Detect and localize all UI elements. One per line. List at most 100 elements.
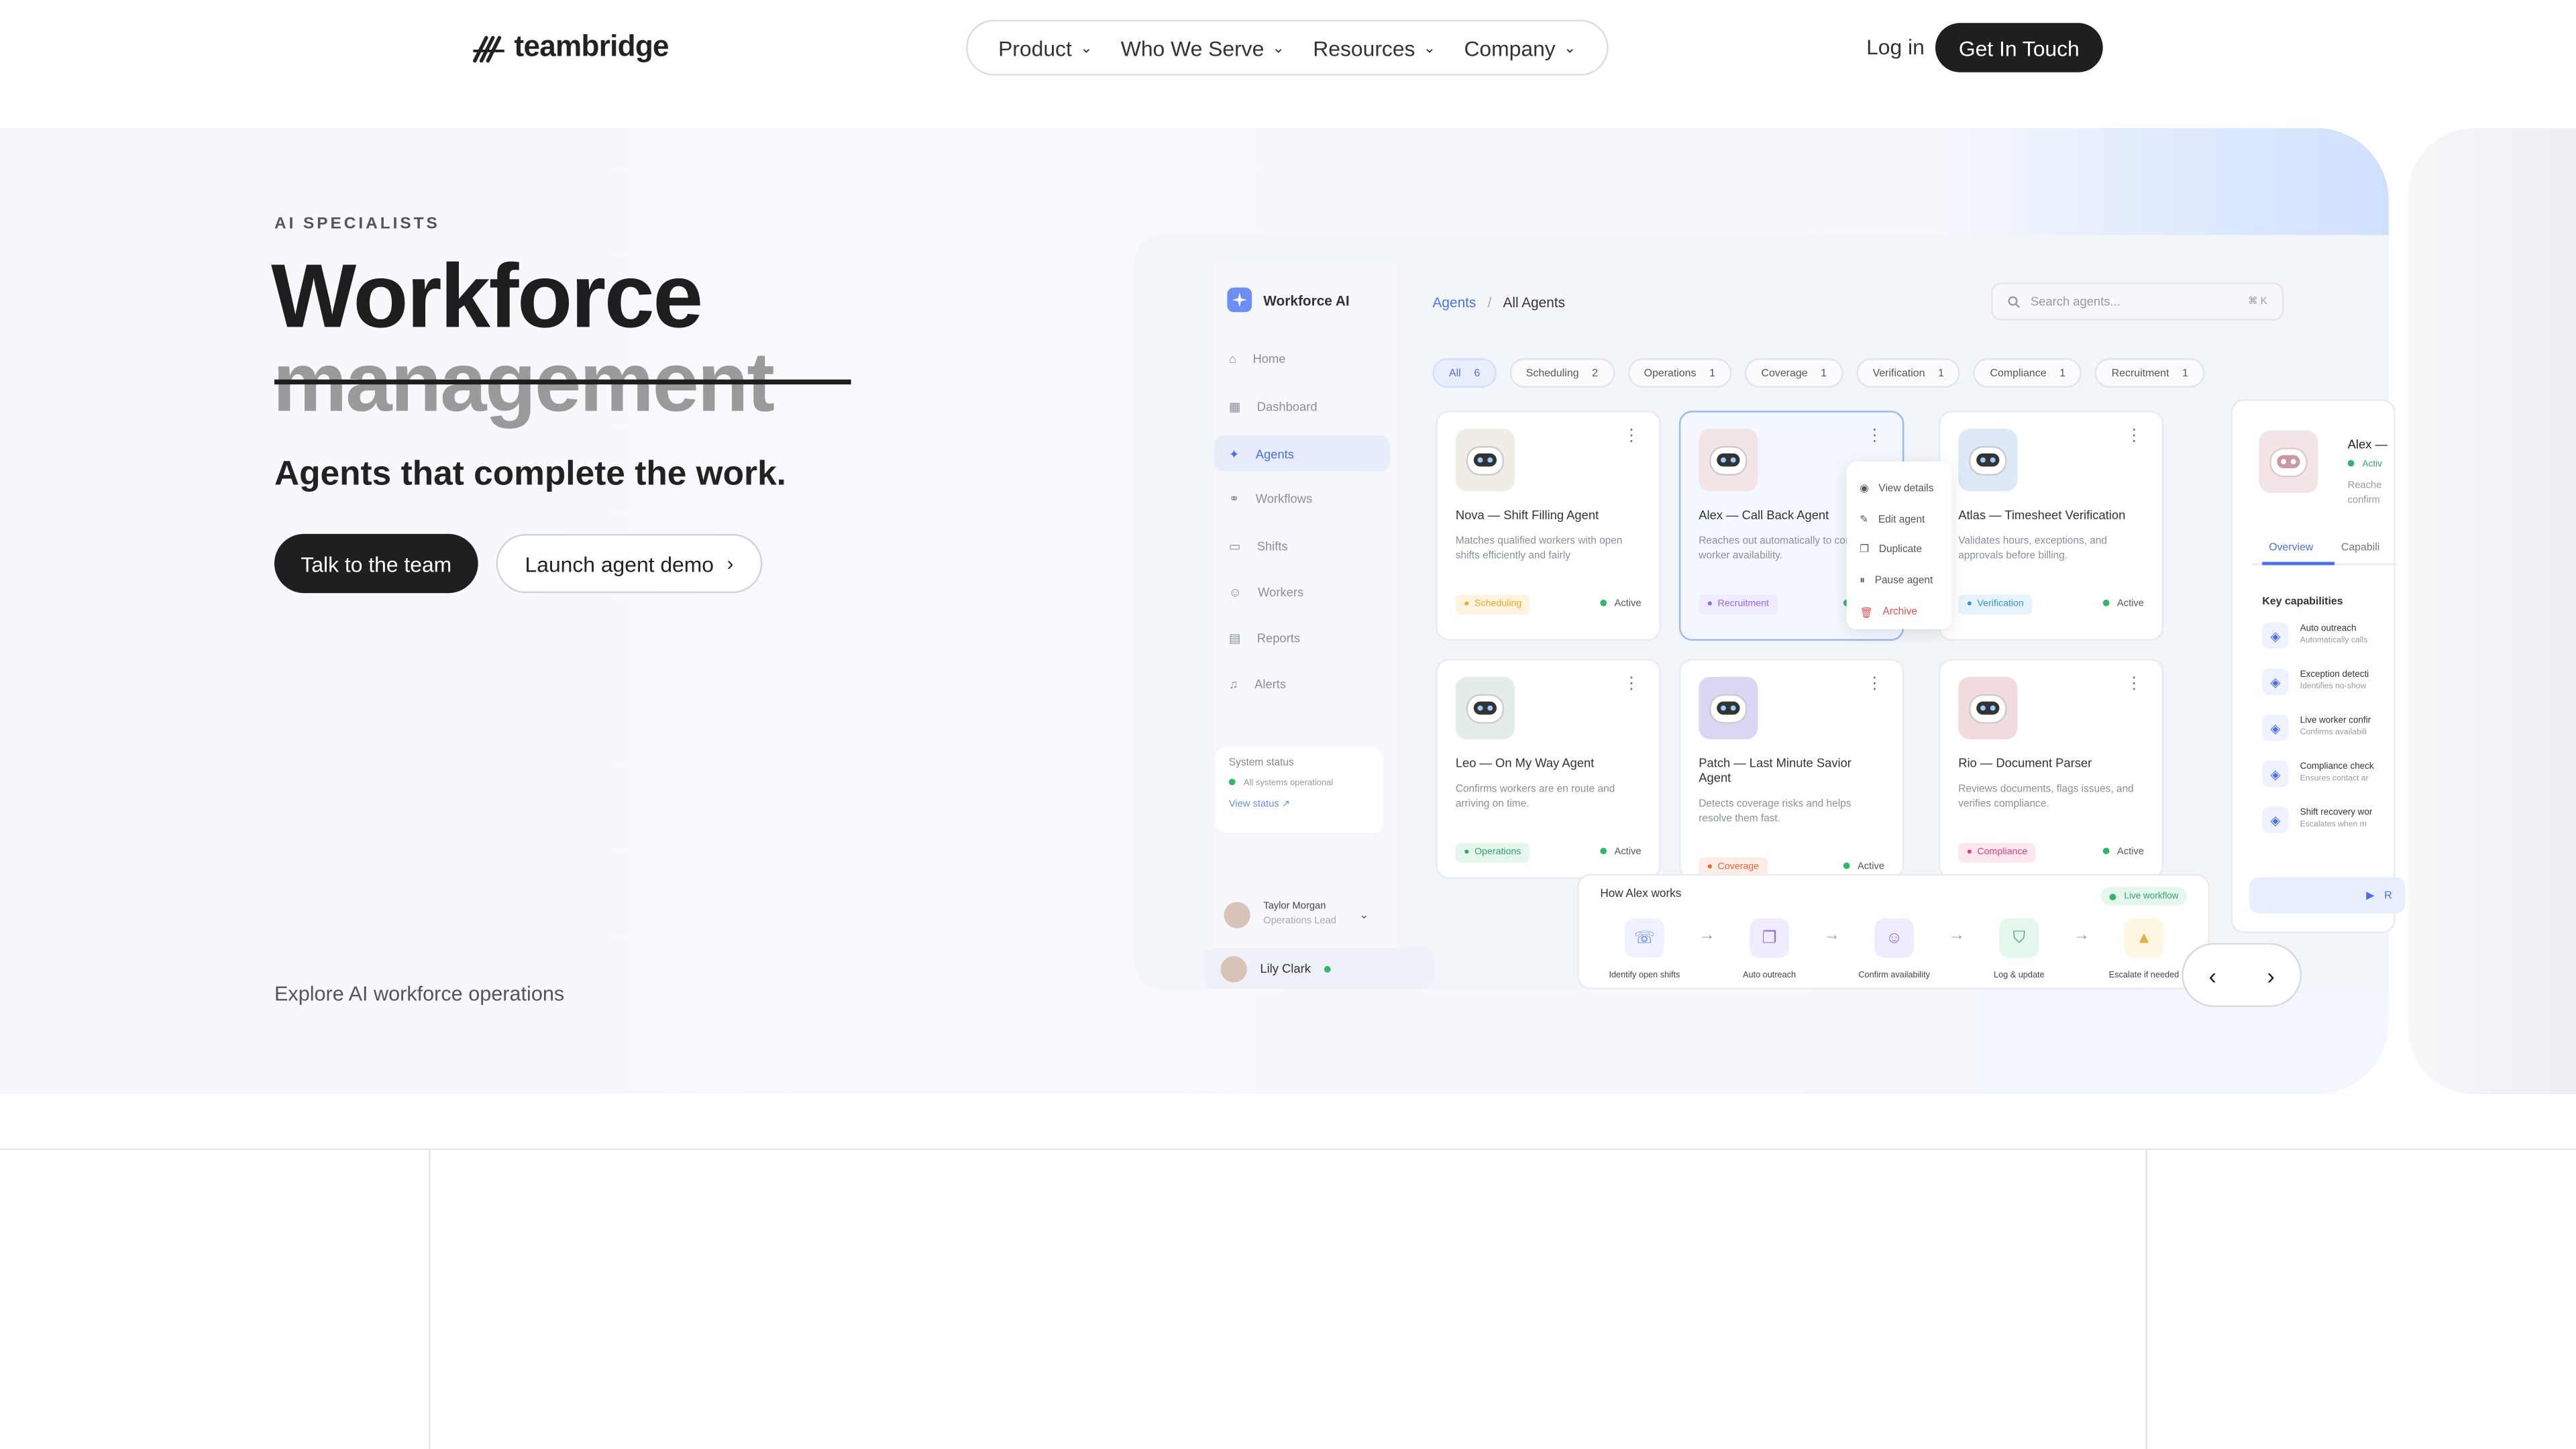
- chevron-left-icon[interactable]: ‹: [2208, 962, 2216, 988]
- breadcrumb-parent[interactable]: Agents: [1433, 294, 1477, 310]
- arrow-right-icon: →: [2073, 926, 2090, 945]
- workflow-step: ▲ Escalate if needed: [2094, 918, 2193, 981]
- capability-icon: ◈: [2262, 806, 2289, 833]
- menu-label: Archive: [1882, 606, 1917, 619]
- capability-subtitle: Confirms availabili: [2300, 728, 2367, 739]
- sidebar-label: Agents: [1255, 445, 1294, 461]
- sidebar-item-workers[interactable]: ☺ Workers: [1229, 585, 1303, 600]
- step-label: Identify open shifts: [1609, 971, 1680, 981]
- agent-card[interactable]: ⋮ Atlas — Timesheet Verification Validat…: [1938, 411, 2164, 641]
- nav-resources[interactable]: Resources ⌄: [1313, 36, 1436, 60]
- menu-item-pause[interactable]: ⏸ Pause agent: [1860, 566, 1939, 596]
- step-icon: ⛉: [1999, 918, 2039, 958]
- filter-chip[interactable]: All 6: [1432, 358, 1497, 388]
- menu-item-archive[interactable]: 🗑 Archive: [1860, 596, 1939, 627]
- agent-card[interactable]: ⋮ Leo — On My Way Agent Confirms workers…: [1436, 659, 1661, 879]
- filter-chip[interactable]: Verification 1: [1856, 358, 1961, 388]
- explore-link[interactable]: Explore AI workforce operations: [274, 983, 564, 1006]
- filter-chip[interactable]: Recruitment 1: [2095, 358, 2205, 388]
- user-toast[interactable]: Lily Clark: [1204, 948, 1434, 989]
- filter-chip[interactable]: Coverage 1: [1745, 358, 1843, 388]
- teambridge-logo-icon: [473, 35, 504, 62]
- user-profile[interactable]: Taylor Morgan Operations Lead ⌄: [1224, 900, 1369, 930]
- nav-product[interactable]: Product ⌄: [998, 36, 1092, 60]
- sidebar-item-workflows[interactable]: ⚭ Workflows: [1229, 491, 1312, 506]
- menu-item-edit[interactable]: ✎ Edit agent: [1860, 504, 1939, 535]
- filter-count: 1: [1938, 367, 1944, 379]
- filter-label: Compliance: [1990, 367, 2047, 379]
- filter-chip[interactable]: Operations 1: [1627, 358, 1732, 388]
- status-dot-icon: [2102, 599, 2109, 606]
- nav-who-we-serve[interactable]: Who We Serve ⌄: [1121, 36, 1285, 60]
- sidebar-item-alerts[interactable]: ♫ Alerts: [1229, 677, 1286, 692]
- strikethrough-line: [274, 379, 851, 385]
- agent-card[interactable]: ⋮ Rio — Document Parser Reviews document…: [1938, 659, 2164, 879]
- view-status-link[interactable]: View status ↗: [1229, 798, 1371, 810]
- category-tag: ● Recruitment: [1699, 594, 1778, 614]
- hero-glow: [1938, 128, 2389, 244]
- talk-to-team-button[interactable]: Talk to the team: [274, 533, 478, 594]
- sidebar-item-home[interactable]: ⌂ Home: [1229, 352, 1286, 366]
- more-options-icon[interactable]: ⋮: [1623, 428, 1640, 445]
- category-tag-label: Scheduling: [1474, 599, 1522, 610]
- chevron-right-icon[interactable]: ›: [2267, 962, 2274, 988]
- menu-label: Pause agent: [1874, 575, 1933, 587]
- run-agent-button[interactable]: ▶ R: [2249, 877, 2406, 914]
- sidebar-label: Workers: [1258, 584, 1304, 600]
- tab-capabilities[interactable]: Capabili: [2341, 542, 2380, 553]
- robot-avatar-icon: [2259, 430, 2318, 493]
- filter-chip[interactable]: Scheduling 2: [1509, 358, 1615, 388]
- status-dot-icon: [2102, 847, 2109, 855]
- users-icon: ☺: [1228, 584, 1242, 600]
- detail-agent-name: Alex —: [2347, 437, 2387, 452]
- launch-demo-button[interactable]: Launch agent demo ›: [496, 533, 763, 594]
- robot-avatar-icon: [1455, 676, 1515, 740]
- system-status-card: System status All systems operational Vi…: [1216, 747, 1384, 833]
- agent-context-menu: ◉ View details ✎ Edit agent ❐ Duplicate ⏸ Pa…: [1846, 462, 1952, 629]
- workflow-step: ❐ Auto outreach: [1720, 918, 1819, 981]
- section-divider: [0, 1148, 2576, 1150]
- workflow-step: ☏ Identify open shifts: [1595, 918, 1694, 981]
- chevron-right-icon: ›: [727, 551, 734, 576]
- search-input[interactable]: Search agents... ⌘ K: [1991, 282, 2284, 321]
- menu-item-duplicate[interactable]: ❐ Duplicate: [1860, 535, 1939, 566]
- more-options-icon[interactable]: ⋮: [1866, 676, 1882, 693]
- sidebar-item-agents[interactable]: ✦ Agents: [1214, 435, 1390, 472]
- nav-product-label: Product: [998, 35, 1072, 60]
- step-icon: ☏: [1625, 918, 1664, 958]
- capability-subtitle: Identifies no-show: [2300, 682, 2367, 692]
- more-options-icon[interactable]: ⋮: [2126, 428, 2142, 445]
- main-nav: Product ⌄ Who We Serve ⌄ Resources ⌄ Compan…: [966, 19, 1609, 76]
- trash-icon: 🗑: [1860, 607, 1873, 619]
- bell-icon: ♫: [1228, 676, 1238, 692]
- filter-chip[interactable]: Compliance 1: [1974, 358, 2082, 388]
- more-options-icon[interactable]: ⋮: [1866, 428, 1882, 445]
- filter-chips: All 6 Scheduling 2 Operations 1 Coverage 1 V…: [1432, 358, 2205, 388]
- status-dot-icon: [1599, 599, 1607, 606]
- nav-who-we-serve-label: Who We Serve: [1120, 35, 1265, 60]
- capability-item: ◈ Live worker confir Confirms availabili: [2262, 714, 2371, 741]
- tab-overview[interactable]: Overview: [2269, 542, 2313, 553]
- status-dot-icon: [2109, 893, 2116, 900]
- agent-description: Reviews documents, flags issues, and ver…: [1958, 784, 2134, 811]
- more-options-icon[interactable]: ⋮: [1623, 676, 1640, 693]
- brand-logo[interactable]: teambridge: [472, 30, 669, 64]
- copy-icon: ❐: [1860, 544, 1870, 556]
- agent-card[interactable]: ⋮ Patch — Last Minute Savior Agent Detec…: [1678, 659, 1904, 879]
- agent-card[interactable]: ⋮ Nova — Shift Filling Agent Matches qua…: [1436, 411, 1661, 641]
- hero-subtitle: Agents that complete the work.: [274, 455, 786, 493]
- menu-item-view[interactable]: ◉ View details: [1860, 473, 1939, 504]
- status-label: Active: [2116, 599, 2144, 610]
- capability-icon: ◈: [2262, 668, 2289, 695]
- login-link[interactable]: Log in: [1866, 34, 1925, 59]
- sidebar-item-dashboard[interactable]: ▦ Dashboard: [1229, 399, 1318, 414]
- step-label: Log & update: [1994, 971, 2045, 981]
- sidebar-item-shifts[interactable]: ▭ Shifts: [1229, 539, 1288, 553]
- status-badge: Active: [1599, 599, 1642, 610]
- more-options-icon[interactable]: ⋮: [2126, 676, 2142, 693]
- capabilities-heading: Key capabilities: [2262, 596, 2343, 608]
- sidebar-item-reports[interactable]: ▤ Reports: [1229, 631, 1300, 645]
- get-in-touch-button[interactable]: Get In Touch: [1935, 23, 2103, 72]
- nav-company[interactable]: Company ⌄: [1464, 36, 1576, 60]
- chevron-down-icon: ⌄: [1423, 38, 1436, 56]
